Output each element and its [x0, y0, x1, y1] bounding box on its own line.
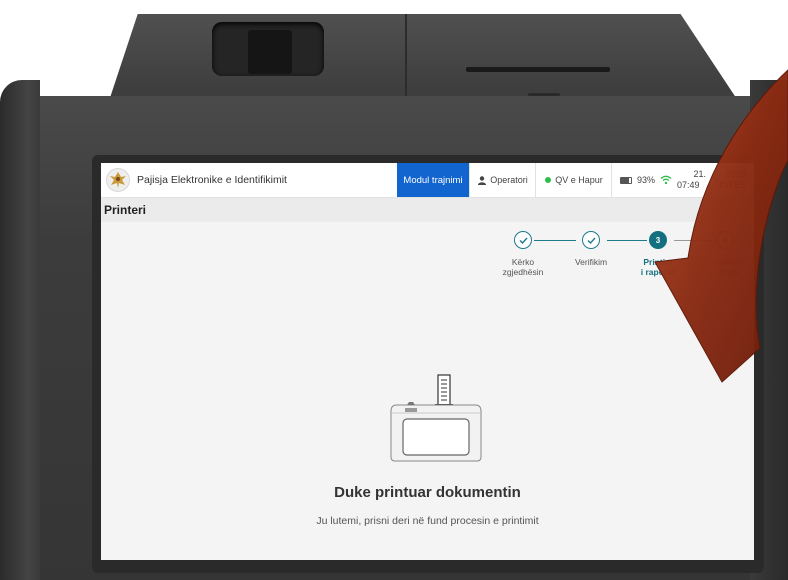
- datetime-block: 21. 2023 07:49 DITES: [677, 169, 754, 191]
- printing-message-subtitle: Ju lutemi, prisni deri në fund procesin …: [316, 515, 539, 527]
- step-4-indicator: 4: [716, 231, 734, 249]
- device-card-slot-inner: [248, 30, 292, 74]
- step-2-label-line1: Verifikim: [574, 257, 608, 267]
- step-1-label-line1: Kërko: [511, 257, 535, 267]
- battery-level: 93%: [636, 175, 655, 185]
- eagle-logo-icon: [106, 168, 130, 192]
- page-title-bar: Printeri: [101, 198, 754, 222]
- step-1-label-line2: zgjedhësin: [502, 267, 544, 277]
- time-row: 07:49 DITES: [677, 180, 746, 191]
- step-2-label: Verifikim: [558, 257, 624, 267]
- step-connector: [674, 240, 714, 241]
- page-title: Printeri: [104, 203, 147, 217]
- device-left-side: [0, 80, 40, 580]
- step-3-label-line1: Printim: [643, 257, 673, 267]
- step-4-label-line2: kryer: [720, 267, 740, 277]
- step-2-check-icon: [582, 231, 600, 249]
- qv-status-label: QV e Hapur: [555, 175, 603, 185]
- step-connector: [607, 240, 647, 241]
- location-text: DITES: [719, 180, 746, 190]
- step-4-label: ntifikim kryer: [697, 257, 754, 277]
- user-icon: [478, 175, 487, 185]
- date-text: 21.: [693, 169, 706, 179]
- wifi-icon: [660, 175, 672, 185]
- step-1-check-icon: [514, 231, 532, 249]
- app-name: Pajisja Elektronike e Identifikimit: [137, 174, 287, 186]
- printer-printing-icon: [390, 374, 482, 462]
- qv-status: QV e Hapur: [535, 163, 612, 197]
- progress-stepper: 3 4 Kërko zgjedhësin Verifikim Printim i…: [101, 222, 754, 292]
- operator-status[interactable]: Operatori: [469, 163, 536, 197]
- step-3-label: Printim i raportit: [625, 257, 691, 277]
- top-bar: Pajisja Elektronike e Identifikimit Modu…: [101, 163, 754, 198]
- date-year: 2023: [725, 169, 746, 179]
- date-row: 21. 2023: [693, 169, 746, 180]
- training-mode-button[interactable]: Modul trajnimi: [397, 163, 469, 197]
- step-4-label-line1: ntifikim: [716, 257, 744, 267]
- device-printer-slot: [466, 67, 610, 72]
- step-3-indicator: 3: [649, 231, 667, 249]
- step-connector: [534, 240, 576, 241]
- step-1-label: Kërko zgjedhësin: [490, 257, 556, 277]
- operator-label: Operatori: [490, 175, 528, 185]
- system-status: 93% 21. 2023 07:49 DITES: [611, 163, 754, 197]
- device-screen: Pajisja Elektronike e Identifikimit Modu…: [101, 163, 754, 560]
- time-text: 07:49: [676, 180, 700, 190]
- step-3-label-line2: i raportit: [640, 267, 676, 277]
- status-dot-icon: [545, 177, 552, 183]
- printing-message-title: Duke printuar dokumentin: [334, 484, 521, 501]
- battery-icon: [620, 176, 632, 184]
